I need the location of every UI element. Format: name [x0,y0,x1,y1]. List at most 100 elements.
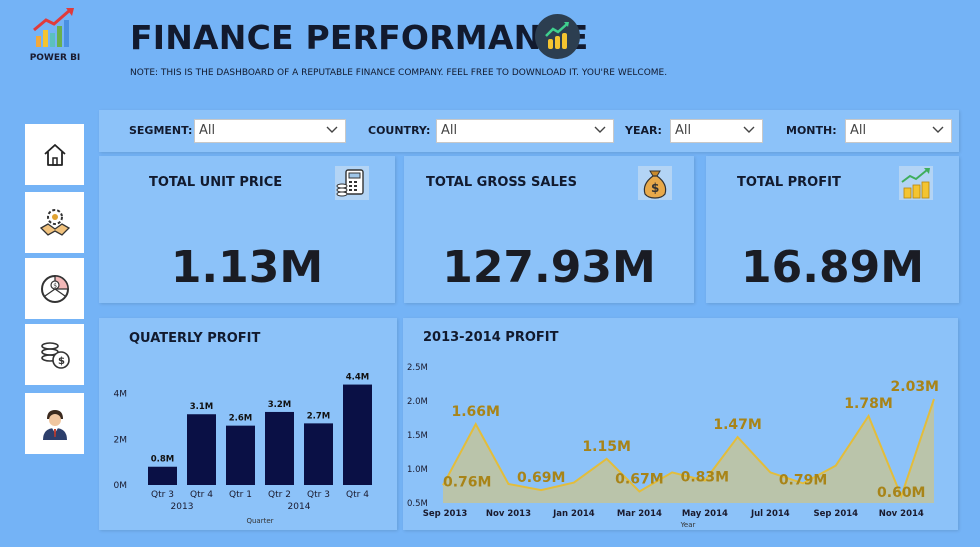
point-data-label: 0.60M [877,485,925,501]
segment-filter-label: SEGMENT: [129,124,193,137]
x-tick-label: Sep 2014 [814,509,859,519]
year-filter-label: YEAR: [625,124,662,137]
bar[interactable] [187,414,216,485]
kpi-title: TOTAL UNIT PRICE [149,175,283,190]
y-tick-label: 2M [114,435,128,445]
y-tick-label: 0.5M [407,499,428,509]
y-tick-label: 0M [114,481,128,491]
area-fill [443,398,934,503]
point-data-label: 1.78M [844,396,892,412]
person-icon [42,409,67,440]
dashboard-note: NOTE: THIS IS THE DASHBOARD OF A REPUTAB… [130,68,668,78]
x-axis-title: Quarter [246,517,273,525]
point-data-label: 1.66M [451,404,499,420]
bar-growth-logo-icon [33,8,74,47]
kpi-value: 1.13M [170,242,324,293]
nav-home-button[interactable] [25,124,84,185]
profit-trend-chart: 0.5M 1.0M 1.5M 2.0M 2.5M 0.76M 1.66M 0.69M 1.15M… [407,363,939,529]
chevron-down-icon [594,126,606,133]
kpi-title: TOTAL GROSS SALES [426,175,577,190]
bar-data-label: 2.6M [229,414,253,424]
coins-icon: $ [40,341,70,369]
y-tick-label: 1.0M [407,465,428,475]
home-icon [43,143,66,166]
logo-label: POWER BI [29,53,81,63]
power-bi-logo: POWER BI [26,6,84,63]
bar-data-label: 3.1M [190,402,214,412]
kpi-value: 127.93M [442,242,656,293]
x-tick-label: Qtr 4 [190,490,213,500]
x-tick-label: Nov 2014 [879,509,924,519]
growth-coins-icon [897,164,935,202]
year-filter-value: All [675,123,692,138]
nav-profile-button[interactable] [25,393,84,454]
money-bag-icon: $ [636,164,674,202]
x-tick-label: Nov 2013 [486,509,531,519]
svg-text:$: $ [58,356,65,367]
quarterly-profit-panel: QUATERLY PROFIT 0M 2M 4M 0.8M Qtr 3 3.1M Qtr 4… [99,318,397,530]
quarterly-profit-chart: 0M 2M 4M 0.8M Qtr 3 3.1M Qtr 4 2.6M Qtr 1 3.2M Qtr… [114,373,372,525]
month-filter-label: MONTH: [786,124,837,137]
chevron-down-icon [932,126,944,133]
chevron-down-icon [326,126,338,133]
point-data-label: 0.79M [779,472,827,488]
x-tick-label: Qtr 3 [151,490,174,500]
point-data-label: 0.69M [517,470,565,486]
point-data-label: 0.67M [615,471,663,487]
x-tick-label: Sep 2013 [423,509,468,519]
handshake-gear-icon [39,208,70,236]
bar-data-label: 4.4M [346,373,370,383]
x-tick-label: Qtr 4 [346,490,369,500]
kpi-value: 16.89M [741,242,924,293]
svg-text:$: $ [651,181,659,195]
country-filter-label: COUNTRY: [368,124,431,137]
point-data-label: 1.15M [582,439,630,455]
kpi-card-profit: TOTAL PROFIT 16.89M [706,156,959,303]
bar-data-label: 0.8M [151,455,175,465]
x-tick-label: Mar 2014 [617,509,662,519]
x-tick-label: Jan 2014 [552,509,595,519]
x-tick-label: Jul 2014 [750,509,790,519]
year-filter-select[interactable]: All [670,119,763,143]
page-title: FINANCE PERFORMANCE [130,18,589,57]
chevron-down-icon [743,126,755,133]
kpi-title: TOTAL PROFIT [737,175,841,190]
x-group-label: 2014 [288,502,311,512]
bar-data-label: 3.2M [268,400,292,410]
bar[interactable] [226,425,255,485]
y-tick-label: 2.0M [407,397,428,407]
point-data-label: 0.83M [681,470,729,486]
bar-data-label: 2.7M [307,411,331,421]
nav-finance-button[interactable]: $ [25,258,84,319]
x-tick-label: May 2014 [682,509,728,519]
nav-coins-button[interactable]: $ [25,324,84,385]
x-tick-label: Qtr 3 [307,490,330,500]
segment-filter-select[interactable]: All [194,119,346,143]
x-group-label: 2013 [171,502,194,512]
kpi-card-gross-sales: TOTAL GROSS SALES $ 127.93M [404,156,694,303]
month-filter-value: All [850,123,867,138]
y-tick-label: 1.5M [407,431,428,441]
nav-partners-button[interactable] [25,192,84,253]
bar[interactable] [343,384,372,485]
x-tick-label: Qtr 2 [268,490,291,500]
bar[interactable] [265,411,294,485]
growth-coins-title-icon [535,14,580,59]
month-filter-select[interactable]: All [845,119,952,143]
bar[interactable] [148,466,177,485]
segment-filter-value: All [199,123,216,138]
y-tick-label: 2.5M [407,363,428,373]
bar[interactable] [304,423,333,485]
country-filter-select[interactable]: All [436,119,614,143]
x-tick-label: Qtr 1 [229,490,252,500]
point-data-label: 2.03M [891,379,939,395]
country-filter-value: All [441,123,458,138]
point-data-label: 0.76M [443,474,491,490]
filter-bar: SEGMENT: All COUNTRY: All YEAR: All MONT… [99,110,959,152]
calculator-icon [333,164,371,202]
y-tick-label: 4M [114,390,128,400]
profit-trend-panel: 2013-2014 PROFIT 0.5M 1.0M 1.5M 2.0M 2.5M 0.7… [403,318,958,530]
money-pie-icon: $ [40,274,69,303]
kpi-card-unit-price: TOTAL UNIT PRICE 1.13M [99,156,395,303]
x-axis-title: Year [680,521,696,529]
